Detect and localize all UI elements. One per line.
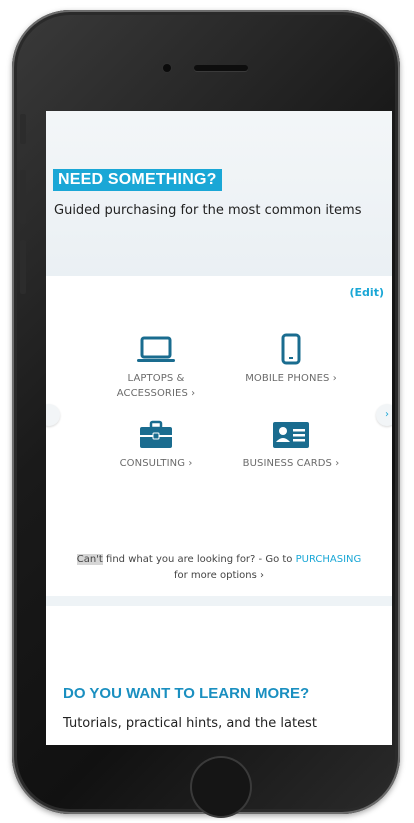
need-something-heading: NEED SOMETHING? <box>53 169 222 191</box>
mobile-phone-icon <box>281 333 301 365</box>
chevron-right-icon: › <box>385 409 389 420</box>
tile-business-cards[interactable]: BUSINESS CARDS › <box>226 416 356 471</box>
purchasing-link[interactable]: PURCHASING <box>296 554 362 565</box>
tile-label: BUSINESS CARDS › <box>242 458 340 469</box>
tile-label-line2: ACCESSORIES › <box>116 388 196 399</box>
guided-purchasing-card: (Edit) › LAPTOPS & ACCESSORIES › MOBILE … <box>46 276 392 596</box>
tile-mobile-phones[interactable]: MOBILE PHONES › <box>226 331 356 386</box>
phone-frame: NEED SOMETHING? Guided purchasing for th… <box>12 10 400 816</box>
tile-consulting[interactable]: CONSULTING › <box>91 416 221 471</box>
edit-link[interactable]: (Edit) <box>350 286 384 299</box>
mute-switch <box>20 114 26 144</box>
carousel-next-button[interactable]: › <box>376 404 392 426</box>
tile-label: MOBILE PHONES › <box>245 373 337 384</box>
screen: NEED SOMETHING? Guided purchasing for th… <box>46 111 392 745</box>
home-button[interactable] <box>192 758 250 816</box>
carousel-prev-button[interactable] <box>46 404 60 426</box>
learn-more-heading: DO YOU WANT TO LEARN MORE? <box>63 685 310 702</box>
footnote-more-options[interactable]: for more options › <box>174 570 264 581</box>
learn-more-subtitle: Tutorials, practical hints, and the late… <box>63 716 317 731</box>
volume-down-button <box>20 240 26 294</box>
need-something-subtitle: Guided purchasing for the most common it… <box>54 203 362 218</box>
purchasing-footnote: Can't find what you are looking for? - G… <box>46 552 392 584</box>
earpiece-speaker <box>194 65 248 71</box>
tile-label: CONSULTING › <box>119 458 193 469</box>
laptop-icon <box>137 336 175 362</box>
footnote-text: find what you are looking for? - Go to <box>102 554 296 565</box>
tile-label-line1: LAPTOPS & <box>127 373 185 384</box>
footnote-highlight: Can't <box>76 554 103 565</box>
briefcase-icon <box>140 420 172 448</box>
volume-up-button <box>20 170 26 224</box>
business-card-icon <box>273 422 309 448</box>
tile-laptops-accessories[interactable]: LAPTOPS & ACCESSORIES › <box>91 331 221 401</box>
front-camera <box>163 64 171 72</box>
